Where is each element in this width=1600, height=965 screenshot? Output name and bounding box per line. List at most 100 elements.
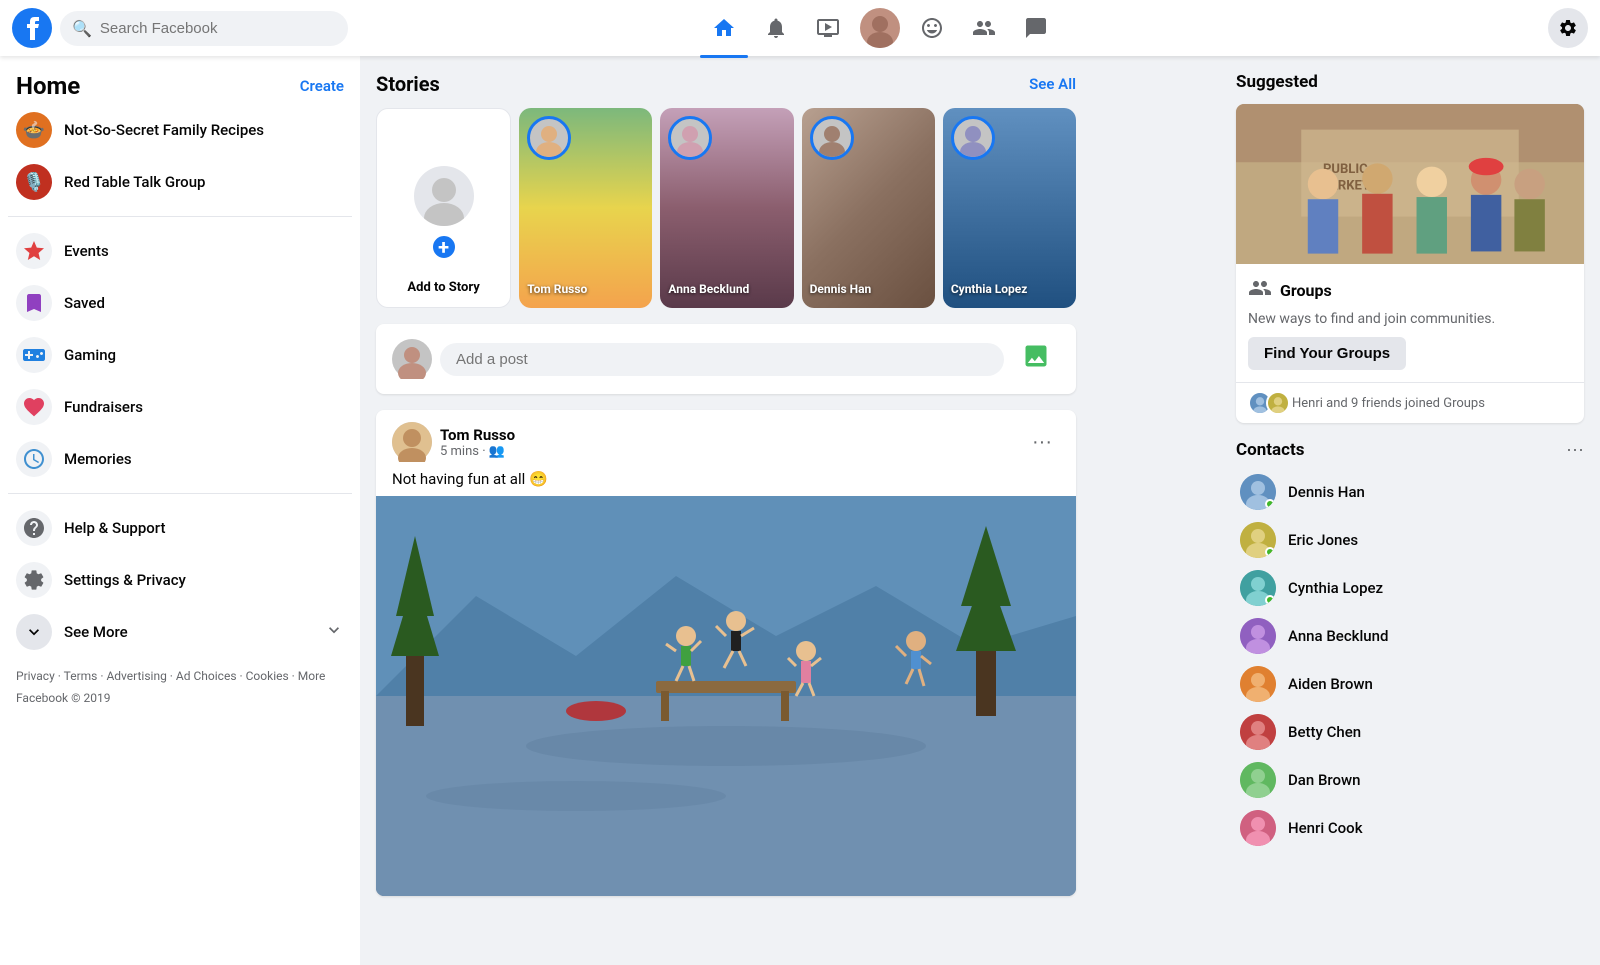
footer-adchoices-link[interactable]: Ad Choices: [176, 669, 237, 683]
post-author-name: Tom Russo: [440, 426, 515, 444]
suggested-card-image: PUBLIC MARKET: [1236, 104, 1584, 264]
contacts-more-button[interactable]: ···: [1566, 439, 1584, 460]
contact-name-cynthia-lopez: Cynthia Lopez: [1288, 579, 1383, 597]
search-bar[interactable]: 🔍: [60, 11, 348, 46]
sidebar-icon-see-more: [16, 614, 52, 650]
footer-copyright: Facebook © 2019: [16, 691, 110, 705]
nav-messenger-button[interactable]: [1012, 4, 1060, 52]
post-avatar-tom-russo: [392, 422, 432, 462]
sidebar-label-memories: Memories: [64, 450, 132, 468]
story-avatar-cynthia-lopez: [951, 116, 995, 160]
story-add-label: Add to Story: [377, 280, 510, 295]
right-sidebar: Suggested PUBLIC MARKET: [1220, 56, 1600, 965]
sidebar-label-family-recipes: Not-So-Secret Family Recipes: [64, 121, 264, 139]
footer-terms-link[interactable]: Terms: [64, 669, 98, 683]
story-label-tom-russo: Tom Russo: [527, 282, 644, 296]
contact-item-aiden-brown[interactable]: Aiden Brown: [1236, 660, 1584, 708]
contact-avatar-aiden-brown: [1240, 666, 1276, 702]
sidebar-label-settings: Settings & Privacy: [64, 571, 186, 589]
contact-avatar-henri-cook: [1240, 810, 1276, 846]
composer-row: [392, 336, 1060, 382]
sidebar-icon-family-recipes: 🍲: [16, 112, 52, 148]
sidebar-icon-saved: [16, 285, 52, 321]
nav-watch-button[interactable]: [804, 4, 852, 52]
contact-name-betty-chen: Betty Chen: [1288, 723, 1361, 741]
story-avatar-tom-russo: [527, 116, 571, 160]
nav-profile-button[interactable]: [856, 4, 904, 52]
sidebar-item-red-table[interactable]: 🎙️ Red Table Talk Group: [8, 156, 352, 208]
stories-title: Stories: [376, 72, 440, 96]
groups-card-icon: [1248, 276, 1272, 305]
story-card-dennis-han[interactable]: Dennis Han: [802, 108, 935, 308]
online-indicator-dennis-han: [1265, 499, 1275, 509]
story-card-add[interactable]: + Add to Story: [376, 108, 511, 308]
contact-item-henri-cook[interactable]: Henri Cook: [1236, 804, 1584, 852]
post-card-1: Tom Russo 5 mins · 👥 ··· Not having fun …: [376, 410, 1076, 896]
sidebar-footer: Privacy · Terms · Advertising · Ad Choic…: [8, 658, 352, 717]
find-groups-button[interactable]: Find Your Groups: [1248, 337, 1406, 370]
sidebar-icon-help: [16, 510, 52, 546]
sidebar-icon-gaming: [16, 337, 52, 373]
topnav-center: [360, 4, 1400, 52]
story-card-anna-becklund[interactable]: Anna Becklund: [660, 108, 793, 308]
footer-advertising-link[interactable]: Advertising: [106, 669, 166, 683]
contact-item-cynthia-lopez[interactable]: Cynthia Lopez: [1236, 564, 1584, 612]
sidebar-item-events[interactable]: Events: [8, 225, 352, 277]
post-image: [376, 496, 1076, 896]
sidebar-item-memories[interactable]: Memories: [8, 433, 352, 485]
story-card-tom-russo[interactable]: Tom Russo: [519, 108, 652, 308]
sidebar-label-saved: Saved: [64, 294, 105, 312]
contact-item-eric-jones[interactable]: Eric Jones: [1236, 516, 1584, 564]
contact-name-aiden-brown: Aiden Brown: [1288, 675, 1373, 693]
stories-header: Stories See All: [376, 72, 1076, 96]
footer-privacy-link[interactable]: Privacy: [16, 669, 55, 683]
sidebar-item-see-more[interactable]: See More: [8, 606, 352, 658]
online-indicator-cynthia-lopez: [1265, 595, 1275, 605]
sidebar-item-help[interactable]: Help & Support: [8, 502, 352, 554]
contact-item-betty-chen[interactable]: Betty Chen: [1236, 708, 1584, 756]
topnav-right: [1400, 8, 1600, 48]
sidebar-label-fundraisers: Fundraisers: [64, 398, 143, 416]
suggested-groups-card: PUBLIC MARKET: [1236, 104, 1584, 423]
contact-avatar-dennis-han: [1240, 474, 1276, 510]
nav-notifications-button[interactable]: [752, 4, 800, 52]
composer-photo-button[interactable]: [1012, 336, 1060, 382]
sidebar-label-see-more: See More: [64, 623, 128, 641]
settings-button[interactable]: [1548, 8, 1588, 48]
sidebar-item-settings[interactable]: Settings & Privacy: [8, 554, 352, 606]
sidebar-create-link[interactable]: Create: [300, 77, 344, 95]
story-avatar-anna-becklund: [668, 116, 712, 160]
facebook-logo-icon[interactable]: [12, 8, 52, 48]
nav-marketplace-button[interactable]: [908, 4, 956, 52]
contact-avatar-eric-jones: [1240, 522, 1276, 558]
post-meta: 5 mins · 👥: [440, 444, 515, 459]
see-all-stories-link[interactable]: See All: [1029, 75, 1076, 93]
sidebar-item-gaming[interactable]: Gaming: [8, 329, 352, 381]
contact-item-anna-becklund[interactable]: Anna Becklund: [1236, 612, 1584, 660]
online-indicator-eric-jones: [1265, 547, 1275, 557]
sidebar-item-saved[interactable]: Saved: [8, 277, 352, 329]
contact-avatar-betty-chen: [1240, 714, 1276, 750]
story-add-plus-icon: +: [430, 233, 458, 261]
contact-item-dennis-han[interactable]: Dennis Han: [1236, 468, 1584, 516]
sidebar-title: Home: [16, 72, 80, 100]
friends-joined-text: Henri and 9 friends joined Groups: [1292, 396, 1485, 411]
search-input[interactable]: [100, 20, 336, 37]
footer-cookies-link[interactable]: Cookies: [246, 669, 289, 683]
post-text-input[interactable]: [440, 343, 1004, 376]
nav-groups-button[interactable]: [960, 4, 1008, 52]
story-card-cynthia-lopez[interactable]: Cynthia Lopez: [943, 108, 1076, 308]
footer-more-link[interactable]: More: [298, 669, 326, 683]
contact-name-anna-becklund: Anna Becklund: [1288, 627, 1388, 645]
suggested-card-body: Groups New ways to find and join communi…: [1236, 264, 1584, 382]
sidebar-item-family-recipes[interactable]: 🍲 Not-So-Secret Family Recipes: [8, 104, 352, 156]
nav-home-button[interactable]: [700, 4, 748, 52]
sidebar-item-fundraisers[interactable]: Fundraisers: [8, 381, 352, 433]
suggested-card-header: Groups: [1248, 276, 1572, 305]
post-composer: [376, 324, 1076, 394]
left-sidebar: Home Create 🍲 Not-So-Secret Family Recip…: [0, 56, 360, 965]
friends-avatars: [1248, 391, 1284, 415]
post-more-button[interactable]: ···: [1024, 427, 1060, 458]
contact-item-dan-brown[interactable]: Dan Brown: [1236, 756, 1584, 804]
sidebar-label-red-table: Red Table Talk Group: [64, 173, 205, 191]
